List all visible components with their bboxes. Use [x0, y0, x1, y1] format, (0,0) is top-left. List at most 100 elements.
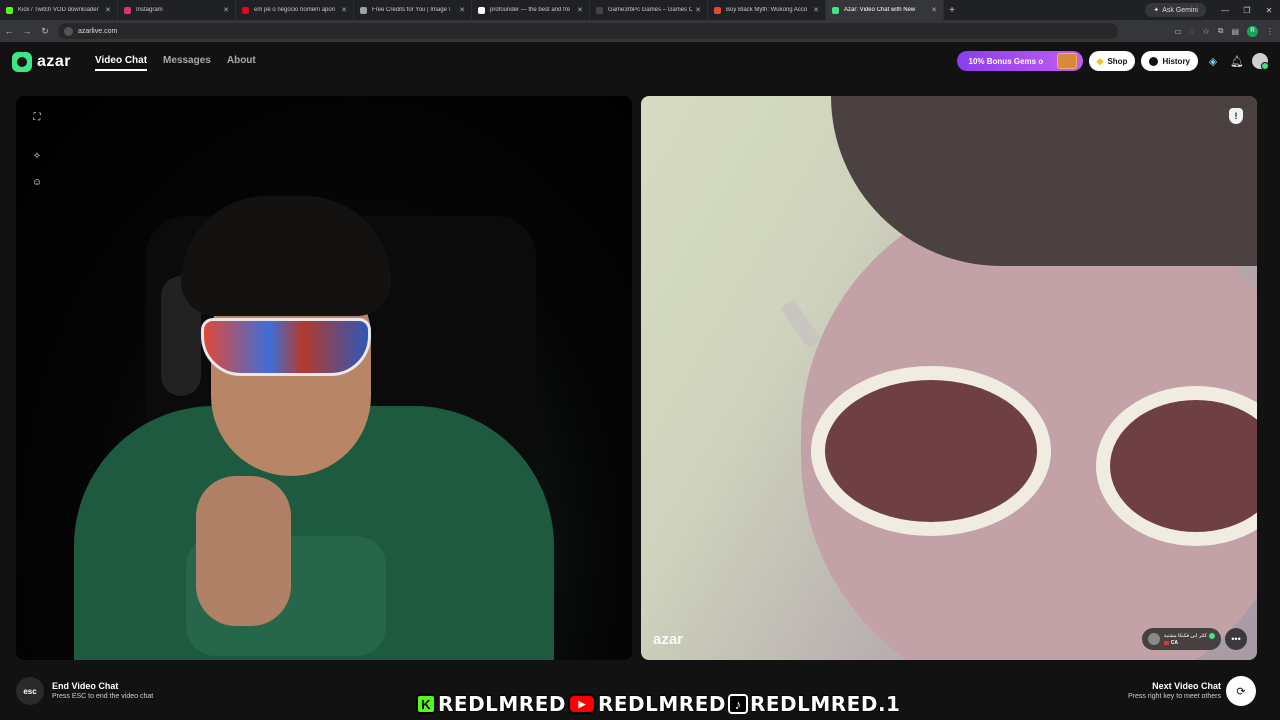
- next-chat-hint: Press right key to meet others: [1128, 693, 1221, 700]
- youtube-handle: REDLMRED: [597, 691, 726, 717]
- azar-logo-icon: [12, 52, 32, 72]
- profile-avatar[interactable]: R: [1247, 25, 1258, 37]
- treasure-chest-icon: [1056, 53, 1077, 69]
- tab-title: Instagram: [136, 7, 163, 13]
- new-tab-button[interactable]: +: [944, 5, 960, 16]
- site-info-icon[interactable]: [64, 26, 73, 36]
- window-controls: — ❐ ✕: [1214, 0, 1280, 20]
- browser-tab[interactable]: Game3rbPc Games – Games Cr ✕: [590, 0, 708, 20]
- tab-title: Buy Black Myth: Wukong Acco: [726, 7, 808, 13]
- browser-toolbar: ← → ↻ azarlive.com ▭ ◌ ☆ ⧉ ▤ R ⋮: [0, 20, 1280, 42]
- hand-shape: [196, 476, 291, 626]
- tab-favicon-icon: [242, 6, 249, 14]
- next-chat-button[interactable]: ⟳: [1226, 676, 1256, 706]
- tab-close-icon[interactable]: ✕: [105, 6, 111, 14]
- end-chat-button[interactable]: esc: [16, 677, 44, 705]
- history-label: History: [1162, 56, 1190, 66]
- tab-favicon-icon: [360, 6, 367, 14]
- browser-tab[interactable]: Free Credits for You | Image \ ✕: [354, 0, 472, 20]
- magic-wand-icon[interactable]: ✧: [30, 149, 44, 163]
- tab-close-icon[interactable]: ✕: [459, 6, 465, 14]
- chat-bubble-icon[interactable]: •••: [1225, 628, 1247, 650]
- tab-list: Kick / Twitch VOD downloader ✕ Instagram ✕ e…: [0, 0, 944, 20]
- forward-icon[interactable]: →: [18, 26, 36, 36]
- nav-about[interactable]: About: [227, 55, 256, 71]
- azar-logo[interactable]: azar: [12, 52, 71, 72]
- partner-avatar: [1147, 633, 1160, 645]
- kick-icon: K: [416, 694, 436, 714]
- bonus-gems-label: 10% Bonus Gems o: [968, 56, 1044, 66]
- partner-video-panel: ! azar كلثر ابي فكنكا مشنية CA •••: [641, 96, 1257, 660]
- star-icon[interactable]: ☆: [1203, 27, 1210, 36]
- minimize-icon[interactable]: —: [1214, 0, 1236, 20]
- ask-gemini-button[interactable]: ✦ Ask Gemini: [1145, 3, 1206, 17]
- tab-close-icon[interactable]: ✕: [695, 6, 701, 14]
- more-menu-icon[interactable]: ⋮: [1266, 27, 1274, 36]
- hair-shape: [181, 196, 391, 316]
- partner-name: كلثر ابي فكنكا مشنية: [1163, 632, 1207, 639]
- bell-icon[interactable]: 🔔︎: [1228, 52, 1246, 70]
- tab-close-icon[interactable]: ✕: [223, 6, 229, 14]
- partner-country: CA: [1170, 639, 1179, 646]
- partner-info-chip[interactable]: كلثر ابي فكنكا مشنية CA: [1141, 628, 1221, 650]
- tiktok-icon: ♪: [727, 694, 748, 714]
- streamer-social-overlay: K REDLMRED ▶ REDLMRED ♪ REDLMRED.1: [416, 690, 901, 718]
- tab-title: Free Credits for You | Image \: [372, 7, 451, 13]
- close-window-icon[interactable]: ✕: [1258, 0, 1280, 20]
- browser-tab[interactable]: Instagram ✕: [118, 0, 236, 20]
- header-actions: 10% Bonus Gems o ◆ Shop History ◈ 🔔︎: [956, 51, 1269, 71]
- tab-favicon-icon: [714, 6, 721, 14]
- my-video-panel: ⛶ ✧ ☺: [16, 96, 632, 660]
- ask-gemini-label: Ask Gemini: [1162, 6, 1198, 14]
- tab-title: em pé o negócio homem apon: [254, 7, 336, 13]
- address-bar[interactable]: azarlive.com: [58, 23, 1118, 39]
- gem-wallet-icon[interactable]: ◈: [1204, 52, 1222, 70]
- tab-title: Kick / Twitch VOD downloader: [18, 7, 99, 13]
- tiktok-handle: REDLMRED.1: [749, 691, 901, 717]
- verified-badge-icon: [1209, 632, 1215, 639]
- gem-icon: ◆: [1096, 55, 1104, 66]
- browser-tab[interactable]: em pé o negócio homem apon ✕: [236, 0, 354, 20]
- sparkle-icon: ✦: [1153, 7, 1160, 14]
- tab-title: Azar: Video Chat with New: [844, 7, 916, 13]
- reload-icon[interactable]: ↻: [36, 26, 54, 37]
- history-button[interactable]: History: [1141, 51, 1198, 71]
- url-text: azarlive.com: [78, 27, 118, 35]
- end-chat-title: End Video Chat: [52, 681, 119, 691]
- face-filter-icon[interactable]: ☺: [30, 175, 44, 189]
- shop-button[interactable]: ◆ Shop: [1088, 51, 1136, 71]
- browser-tab[interactable]: profounder — the best and fre ✕: [472, 0, 590, 20]
- maximize-icon[interactable]: ❐: [1236, 0, 1258, 20]
- kick-handle: REDLMRED: [437, 691, 566, 717]
- next-chat-title: Next Video Chat: [1152, 681, 1221, 691]
- browser-tab-strip: Kick / Twitch VOD downloader ✕ Instagram ✕ e…: [0, 0, 1280, 20]
- end-chat-hint: Press ESC to end the video chat: [52, 693, 154, 700]
- browser-tab[interactable]: Buy Black Myth: Wukong Acco ✕: [708, 0, 826, 20]
- user-avatar[interactable]: [1252, 53, 1269, 70]
- fullscreen-icon[interactable]: ⛶: [30, 110, 44, 124]
- eye-off-icon[interactable]: ◌: [1190, 27, 1195, 36]
- back-icon[interactable]: ←: [0, 26, 18, 36]
- clock-icon: [1149, 56, 1159, 66]
- browser-actions: ▭ ◌ ☆ ⧉ ▤ R ⋮: [1174, 23, 1274, 39]
- tab-close-icon[interactable]: ✕: [931, 6, 937, 14]
- nav-messages[interactable]: Messages: [163, 55, 211, 71]
- bonus-gems-banner[interactable]: 10% Bonus Gems o: [956, 51, 1083, 71]
- nav-video-chat[interactable]: Video Chat: [95, 55, 148, 71]
- extensions-icon[interactable]: ⧉: [1218, 26, 1224, 36]
- tab-close-icon[interactable]: ✕: [813, 6, 819, 14]
- tab-close-icon[interactable]: ✕: [577, 6, 583, 14]
- browser-tab[interactable]: Kick / Twitch VOD downloader ✕: [0, 0, 118, 20]
- sidepanel-icon[interactable]: ▤: [1231, 27, 1239, 36]
- browser-tab[interactable]: Azar: Video Chat with New ✕: [826, 0, 944, 20]
- shop-label: Shop: [1107, 56, 1128, 66]
- tab-favicon-icon: [124, 6, 131, 14]
- tab-close-icon[interactable]: ✕: [341, 6, 347, 14]
- glasses-left-lens-shape: [811, 366, 1051, 536]
- youtube-icon: ▶: [567, 694, 596, 714]
- azar-watermark: azar: [653, 631, 684, 648]
- report-icon[interactable]: !: [1229, 108, 1243, 124]
- tab-favicon-icon: [832, 6, 839, 14]
- sunglasses-shape: [201, 318, 371, 376]
- cast-icon[interactable]: ▭: [1174, 27, 1182, 36]
